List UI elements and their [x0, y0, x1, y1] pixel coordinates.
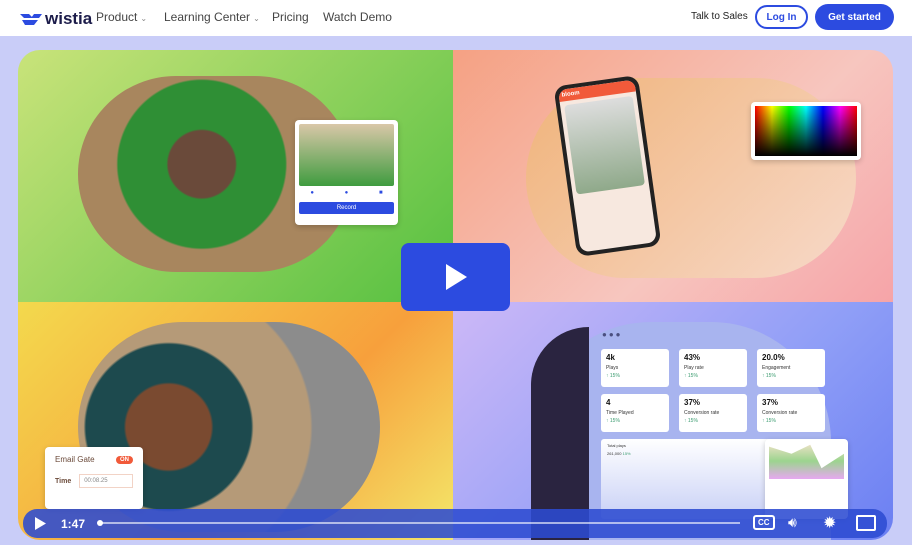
stat-label: Plays — [606, 365, 619, 371]
record-tools: ● ● ■ — [295, 190, 398, 196]
stat-value: 4 — [606, 398, 611, 407]
stat-delta: ↑ 15% — [684, 418, 698, 424]
stat-delta-value: 15% — [687, 373, 698, 379]
email-gate-card: Email Gate ON Time 00:08.25 — [45, 447, 143, 509]
total-plays-title: Total plays — [607, 443, 626, 448]
stat-delta-value: 15% — [765, 418, 776, 424]
brand-name: wistia — [45, 9, 93, 28]
seek-handle[interactable] — [97, 520, 103, 526]
get-started-button[interactable]: Get started — [815, 4, 894, 30]
stat-delta: ↑ 15% — [684, 373, 698, 379]
record-card: ● ● ■ Record — [295, 120, 398, 225]
player-controls: 1:47 CC 🔊︎ ✹ — [23, 509, 887, 538]
stat-delta-value: 15% — [687, 418, 698, 424]
nav-product-label: Product — [96, 10, 138, 24]
nav-learning-label: Learning Center — [164, 10, 251, 24]
stat-label: Time Played — [606, 410, 634, 416]
phone-video — [564, 95, 646, 195]
talk-to-sales-link[interactable]: Talk to Sales — [691, 11, 748, 22]
stat-value: 4k — [606, 353, 615, 362]
stat-card: 4 Time Played ↑ 15% — [601, 394, 669, 432]
stat-delta-value: 15% — [609, 373, 620, 379]
nav-learning-center[interactable]: Learning Center ⌄ — [164, 10, 260, 24]
quadrant-email-gate: Email Gate ON Time 00:08.25 — [18, 302, 453, 540]
wistia-logo[interactable]: wistia — [20, 9, 92, 29]
seek-bar[interactable] — [97, 520, 740, 526]
quadrant-analytics: ●●● 4k Plays ↑ 15% 43% Play rate ↑ 15% 20.0% En… — [453, 302, 893, 540]
stat-value: 37% — [762, 398, 779, 407]
color-picker[interactable] — [755, 106, 857, 156]
video-player[interactable]: ● ● ■ Record bloom Email Gate ON Time 00:0… — [18, 50, 893, 540]
quadrant-mobile: bloom — [453, 50, 893, 302]
stat-delta: ↑ 15% — [606, 373, 620, 379]
stat-card: 43% Play rate ↑ 15% — [679, 349, 747, 387]
play-button[interactable] — [401, 243, 510, 311]
record-button[interactable]: Record — [299, 202, 394, 214]
stat-delta: ↑ 15% — [762, 373, 776, 379]
stat-delta-value: 15% — [765, 373, 776, 379]
screen-icon[interactable]: ■ — [379, 190, 383, 196]
area-chart — [769, 444, 844, 479]
cc-button[interactable]: CC — [753, 515, 775, 530]
login-button[interactable]: Log In — [755, 5, 808, 29]
stat-delta: ↑ 15% — [606, 418, 620, 424]
time-display: 1:47 — [61, 517, 86, 531]
email-gate-label: Email Gate — [55, 455, 95, 464]
area-chart-card — [765, 439, 848, 519]
stat-label: Conversion rate — [684, 410, 720, 416]
stat-value: 43% — [684, 353, 701, 362]
play-small-icon[interactable] — [35, 517, 46, 530]
stat-delta-value: 15% — [609, 418, 620, 424]
stat-label: Engagement — [762, 365, 791, 371]
settings-gear-icon[interactable]: ✹ — [823, 513, 836, 533]
nav-pricing[interactable]: Pricing — [272, 10, 309, 24]
volume-icon[interactable]: 🔊︎ — [788, 514, 797, 531]
stat-card: 4k Plays ↑ 15% — [601, 349, 669, 387]
color-picker-card — [751, 102, 861, 160]
window-dots-icon: ●●● — [602, 330, 623, 339]
stat-card: 37% Conversion rate ↑ 15% — [757, 394, 825, 432]
stat-label: Play rate — [684, 365, 704, 371]
chevron-down-icon: ⌄ — [140, 14, 148, 23]
mic-icon[interactable]: ● — [345, 190, 349, 196]
total-plays-chart: Total plays 261,000 15% — [601, 439, 781, 519]
chevron-down-icon: ⌄ — [253, 14, 260, 23]
fullscreen-icon[interactable] — [856, 515, 876, 531]
nav-watch-demo[interactable]: Watch Demo — [323, 10, 392, 24]
stat-delta: ↑ 15% — [762, 418, 776, 424]
nav-product[interactable]: Product ⌄ — [96, 10, 147, 24]
time-label: Time — [55, 477, 72, 485]
time-input[interactable]: 00:08.25 — [79, 474, 133, 488]
email-gate-toggle[interactable]: ON — [116, 455, 133, 464]
record-preview — [299, 124, 394, 186]
wistia-mark-icon — [20, 14, 42, 25]
user-icon[interactable]: ● — [310, 190, 314, 196]
stat-value: 20.0% — [762, 353, 785, 362]
play-icon — [445, 264, 467, 290]
top-nav: wistia Product ⌄ Learning Center ⌄ Pricing… — [0, 0, 912, 36]
stat-label: Conversion rate — [762, 410, 798, 416]
total-plays-delta: 15% — [622, 451, 631, 456]
total-plays-value: 261,000 — [607, 451, 622, 456]
quadrant-record: ● ● ■ Record — [18, 50, 453, 302]
stat-card: 37% Conversion rate ↑ 15% — [679, 394, 747, 432]
stat-card: 20.0% Engagement ↑ 15% — [757, 349, 825, 387]
stat-value: 37% — [684, 398, 701, 407]
